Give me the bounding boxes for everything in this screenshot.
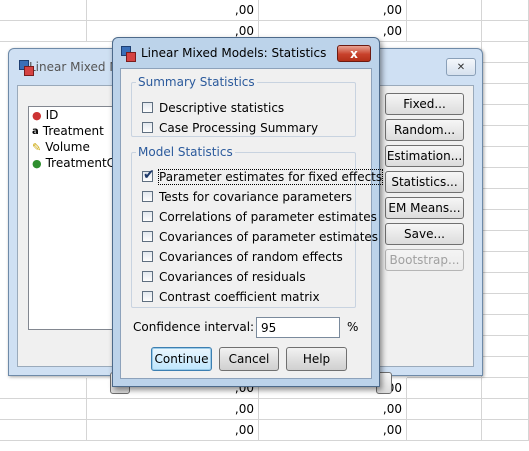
back-dialog-title: Linear Mixed M	[29, 60, 120, 74]
parameter-estimates-checkbox[interactable]: ✔ Parameter estimates for fixed effects	[142, 167, 384, 185]
close-button[interactable]: x	[337, 45, 371, 62]
grid-cell[interactable]: ,00	[259, 0, 407, 21]
grid-cell[interactable]	[482, 0, 529, 21]
confidence-interval-label: Confidence interval:	[133, 320, 255, 334]
grid-cell[interactable]	[482, 357, 529, 378]
checkbox-box[interactable]	[142, 122, 153, 133]
scale-variable-icon: ✎	[32, 140, 42, 154]
grid-cell[interactable]	[0, 21, 87, 42]
save-button[interactable]: Save...	[385, 223, 464, 245]
help-button[interactable]: Help	[286, 347, 347, 371]
percent-sign: %	[347, 320, 359, 334]
grid-cell[interactable]	[482, 252, 529, 273]
grid-cell[interactable]	[0, 378, 87, 399]
grid-cell[interactable]	[482, 21, 529, 42]
grid-cell[interactable]	[482, 399, 529, 420]
grid-cell[interactable]	[407, 399, 482, 420]
grid-cell[interactable]	[482, 42, 529, 63]
grid-cell[interactable]	[482, 84, 529, 105]
grid-cell[interactable]	[482, 210, 529, 231]
grid-cell[interactable]	[407, 21, 482, 42]
grid-cell[interactable]	[482, 315, 529, 336]
grid-cell[interactable]	[482, 336, 529, 357]
tests-for-covariance-checkbox[interactable]: Tests for covariance parameters	[142, 188, 352, 205]
grid-cell[interactable]	[0, 0, 87, 21]
checkbox-box[interactable]	[142, 102, 153, 113]
summary-statistics-group: Summary Statistics Descriptive statistic…	[131, 75, 356, 137]
fixed-button[interactable]: Fixed...	[385, 93, 464, 115]
variable-item[interactable]: a Treatment	[29, 123, 119, 139]
grid-cell[interactable]	[482, 378, 529, 399]
continue-button[interactable]: Continue	[151, 347, 212, 371]
variable-list[interactable]: ● ID a Treatment ✎ Volume ● TreatmentC	[28, 106, 120, 330]
correlations-checkbox[interactable]: Correlations of parameter estimates	[142, 208, 377, 225]
estimation-button[interactable]: Estimation...	[385, 145, 464, 167]
grid-cell[interactable]: ,00	[87, 0, 259, 21]
nominal-variable-icon: ●	[32, 108, 42, 122]
summary-statistics-legend: Summary Statistics	[138, 75, 255, 89]
string-variable-icon: a	[32, 125, 39, 137]
dialog-title: Linear Mixed Models: Statistics	[141, 46, 327, 60]
grid-cell[interactable]: ,00	[87, 399, 259, 420]
checkbox-box[interactable]	[142, 191, 153, 202]
statistics-dialog: Linear Mixed Models: Statistics x Summar…	[112, 37, 384, 387]
grid-cell[interactable]	[0, 399, 87, 420]
back-dialog-close-button[interactable]: ✕	[446, 58, 476, 76]
grid-cell[interactable]	[482, 147, 529, 168]
em-means-button[interactable]: EM Means...	[385, 197, 464, 219]
variable-item[interactable]: ● TreatmentC	[29, 155, 119, 171]
grid-cell[interactable]	[0, 420, 87, 441]
grid-cell[interactable]: ,00	[259, 420, 407, 441]
model-statistics-legend: Model Statistics	[138, 145, 233, 159]
grid-cell[interactable]	[482, 273, 529, 294]
statistics-button[interactable]: Statistics...	[385, 171, 464, 193]
checkbox-box[interactable]	[142, 251, 153, 262]
covariances-of-residuals-checkbox[interactable]: Covariances of residuals	[142, 268, 306, 285]
covariances-of-random-effects-checkbox[interactable]: Covariances of random effects	[142, 248, 343, 265]
grid-cell[interactable]	[482, 105, 529, 126]
grid-cell[interactable]	[482, 294, 529, 315]
statistics-dialog-body: Summary Statistics Descriptive statistic…	[120, 68, 384, 379]
variable-item[interactable]: ✎ Volume	[29, 139, 119, 155]
checkmark-icon: ✔	[143, 167, 155, 183]
grid-cell[interactable]	[482, 231, 529, 252]
grid-cell[interactable]	[482, 63, 529, 84]
grid-cell[interactable]	[482, 168, 529, 189]
grid-cell[interactable]	[407, 378, 482, 399]
covariances-of-parameter-estimates-checkbox[interactable]: Covariances of parameter estimates	[142, 228, 378, 245]
checkbox-box[interactable]	[142, 291, 153, 302]
checkbox-box[interactable]	[142, 211, 153, 222]
descriptive-statistics-checkbox[interactable]: Descriptive statistics	[142, 99, 284, 116]
app-icon	[121, 45, 136, 62]
grid-cell[interactable]	[482, 126, 529, 147]
variable-item[interactable]: ● ID	[29, 107, 119, 123]
grid-cell[interactable]: ,00	[259, 399, 407, 420]
cancel-button[interactable]: Cancel	[219, 347, 279, 371]
grid-cell[interactable]	[482, 189, 529, 210]
case-processing-summary-checkbox[interactable]: Case Processing Summary	[142, 119, 318, 136]
back-dialog-titlebar: Linear Mixed M	[15, 57, 120, 77]
nominal-variable-icon: ●	[32, 156, 42, 170]
confidence-interval-input[interactable]	[256, 317, 340, 338]
bootstrap-button: Bootstrap...	[385, 249, 464, 271]
grid-cell[interactable]: ,00	[87, 420, 259, 441]
close-icon: x	[350, 46, 358, 61]
checkbox-box[interactable]	[142, 231, 153, 242]
grid-cell[interactable]	[407, 420, 482, 441]
statistics-dialog-titlebar[interactable]: Linear Mixed Models: Statistics x	[113, 38, 379, 68]
grid-cell[interactable]	[482, 420, 529, 441]
checkbox-box[interactable]: ✔	[142, 167, 155, 183]
random-button[interactable]: Random...	[385, 119, 464, 141]
model-statistics-group: Model Statistics ✔ Parameter estimates f…	[131, 145, 384, 308]
contrast-coefficient-matrix-checkbox[interactable]: Contrast coefficient matrix	[142, 288, 320, 305]
grid-cell[interactable]	[407, 0, 482, 21]
checkbox-box[interactable]	[142, 271, 153, 282]
